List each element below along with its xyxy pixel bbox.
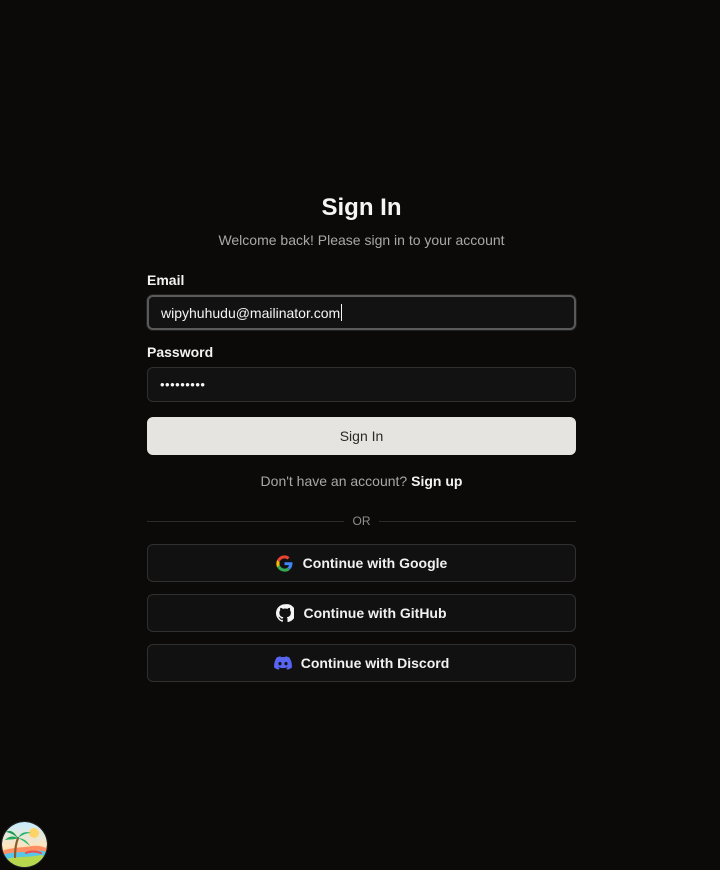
signup-prompt: Don't have an account? [260, 473, 408, 489]
email-label: Email [147, 272, 185, 288]
continue-with-github-button[interactable]: Continue with GitHub [147, 594, 576, 632]
page-subtitle: Welcome back! Please sign in to your acc… [218, 232, 505, 248]
github-icon [276, 604, 295, 622]
password-label: Password [147, 344, 214, 360]
page-title: Sign In [321, 194, 402, 221]
google-button-label: Continue with Google [302, 555, 448, 571]
sign-in-button[interactable]: Sign In [147, 417, 576, 455]
email-input[interactable]: wipyhuhudu@mailinator.com [147, 295, 576, 330]
discord-icon [273, 654, 292, 672]
signup-prompt-row: Don't have an account? Sign up [147, 473, 576, 489]
github-button-label: Continue with GitHub [303, 605, 447, 621]
sign-in-card: Sign In Welcome back! Please sign in to … [147, 193, 576, 682]
sign-up-link[interactable]: Sign up [411, 473, 462, 489]
continue-with-discord-button[interactable]: Continue with Discord [147, 644, 576, 682]
beach-scene-avatar-icon[interactable] [2, 822, 47, 867]
email-input-value: wipyhuhudu@mailinator.com [161, 304, 341, 321]
or-divider: OR [147, 513, 576, 529]
text-caret [341, 304, 343, 321]
google-icon [276, 554, 294, 572]
divider-line-right [379, 521, 576, 522]
password-input[interactable]: ••••••••• [147, 367, 576, 402]
continue-with-google-button[interactable]: Continue with Google [147, 544, 576, 582]
discord-button-label: Continue with Discord [300, 655, 450, 671]
password-masked-value: ••••••••• [160, 377, 206, 392]
